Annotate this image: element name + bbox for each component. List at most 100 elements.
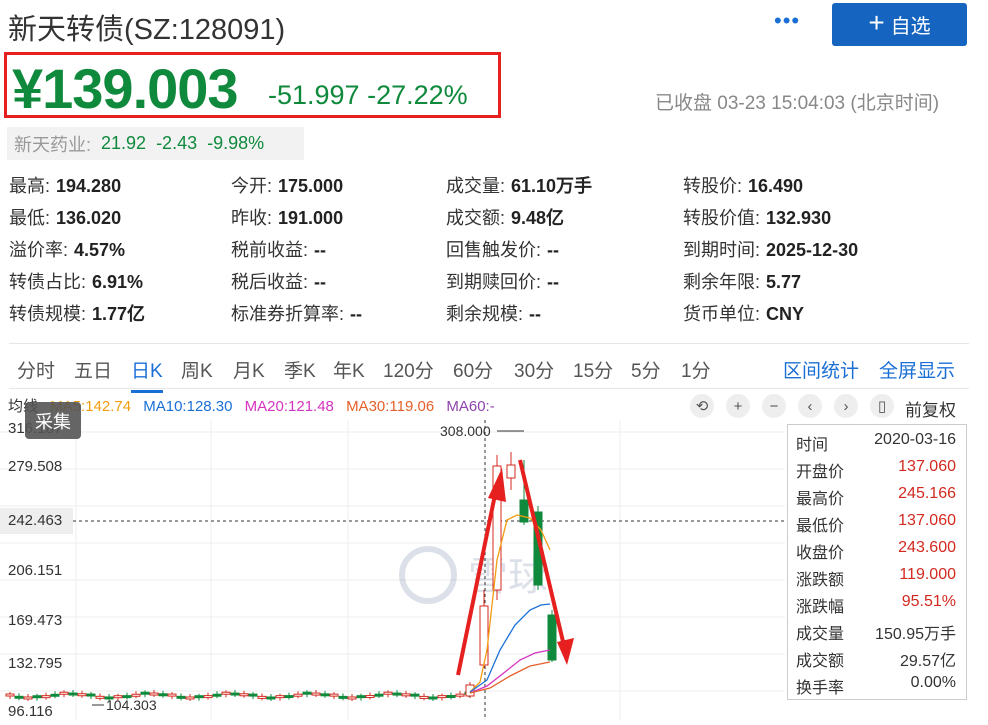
prev-icon[interactable]: ‹ <box>798 394 822 418</box>
tooltip-row: 开盘价 137.060 <box>796 458 956 482</box>
candle <box>293 693 303 697</box>
candle <box>131 693 141 697</box>
candle <box>203 695 213 699</box>
candle <box>248 693 258 697</box>
stat-key: 成交额: <box>446 208 506 228</box>
tab-period[interactable]: 周K <box>181 356 213 383</box>
reset-icon[interactable]: ⟲ <box>690 394 714 418</box>
change-value: -51.997 <box>268 80 360 110</box>
tab-period[interactable]: 季K <box>284 356 316 383</box>
stat-value: 136.020 <box>56 208 122 228</box>
tab-period[interactable]: 1分 <box>681 356 711 383</box>
collect-button[interactable]: 采集 <box>25 402 81 439</box>
tooltip-key: 成交量 <box>796 626 845 643</box>
tab-period[interactable]: 月K <box>233 356 265 383</box>
stat-value: 132.930 <box>766 208 832 228</box>
candle <box>455 693 465 697</box>
candle <box>275 695 285 699</box>
stat-value: 2025-12-30 <box>766 240 859 260</box>
tab-period[interactable]: 60分 <box>453 356 493 383</box>
tooltip-key: 成交额 <box>796 653 845 670</box>
candle-type-icon[interactable]: ▯ <box>870 394 894 418</box>
next-icon[interactable]: › <box>834 394 858 418</box>
tab-period[interactable]: 年K <box>333 356 365 383</box>
tab-period[interactable]: 五日 <box>74 356 112 383</box>
stat-item: 昨收: 191.000 <box>231 204 343 230</box>
ma60-label: MA60:- <box>446 398 495 415</box>
stat-key: 转股价值: <box>683 208 761 228</box>
fullscreen-link[interactable]: 全屏显示 <box>879 356 955 383</box>
zoom-in-icon[interactable]: + <box>726 394 750 418</box>
candle <box>257 695 267 699</box>
more-icon[interactable]: ••• <box>774 8 800 34</box>
tab-period[interactable]: 15分 <box>573 356 613 383</box>
tooltip-value: 0.00% <box>910 674 956 691</box>
y-axis: 316.187279.508242.463206.151169.473132.7… <box>0 420 80 720</box>
stat-key: 最高: <box>9 176 51 196</box>
tooltip-value: 29.57亿 <box>899 653 956 670</box>
stat-key: 今开: <box>231 176 273 196</box>
stat-key: 税前收益: <box>231 240 309 260</box>
stock-change: -2.43 <box>156 133 198 153</box>
stat-key: 昨收: <box>231 208 273 228</box>
candle <box>239 693 249 697</box>
stat-value: -- <box>547 240 560 260</box>
stat-item: 回售触发价: -- <box>446 236 559 262</box>
candle <box>221 691 231 695</box>
candle <box>284 695 294 699</box>
stat-value: 9.48亿 <box>511 208 565 228</box>
candle <box>158 693 168 697</box>
tooltip-key: 换手率 <box>796 680 845 697</box>
adjust-mode[interactable]: 前复权 <box>905 396 956 421</box>
tooltip-key: 涨跌额 <box>796 572 845 589</box>
candle <box>419 695 429 699</box>
candle <box>410 693 420 697</box>
y-tick-label: 169.473 <box>8 612 63 629</box>
stat-item: 剩余规模: -- <box>446 300 541 326</box>
y-tick-label: 96.116 <box>8 703 53 720</box>
stat-value: 5.77 <box>766 272 802 292</box>
tab-period[interactable]: 5分 <box>631 356 661 383</box>
candle <box>365 695 375 699</box>
stat-value: -- <box>350 304 363 324</box>
add-watchlist-button[interactable]: + 自选 <box>832 3 967 46</box>
stock-change-pct: -9.98% <box>207 133 265 153</box>
candle <box>86 693 96 697</box>
stat-key: 剩余年限: <box>683 272 761 292</box>
tooltip-row: 成交量 150.95万手 <box>796 620 956 644</box>
tab-period[interactable]: 30分 <box>514 356 554 383</box>
stat-value: 16.490 <box>748 176 804 196</box>
page-title: 新天转债(SZ:128091) <box>8 14 286 46</box>
stat-key: 税后收益: <box>231 272 309 292</box>
stat-value: 61.10万手 <box>511 176 593 196</box>
candle <box>392 692 402 696</box>
underlying-stock[interactable]: 新天药业: 21.92 -2.43 -9.98% <box>7 127 304 160</box>
tab-period[interactable]: 分时 <box>17 356 55 383</box>
stat-item: 转股价值: 132.930 <box>683 204 831 230</box>
stat-item: 最高: 194.280 <box>9 172 121 198</box>
tab-period[interactable]: 120分 <box>383 356 434 383</box>
zoom-out-icon[interactable]: − <box>762 394 786 418</box>
candle <box>230 692 240 696</box>
range-stats-link[interactable]: 区间统计 <box>783 356 859 383</box>
market-status: 已收盘 03-23 15:04:03 (北京时间) <box>655 93 940 114</box>
tooltip-value: 243.600 <box>898 539 956 556</box>
candle <box>212 693 222 697</box>
stat-key: 转股价: <box>683 176 743 196</box>
stat-value: CNY <box>766 304 805 324</box>
stat-value: -- <box>314 272 327 292</box>
tooltip-value: 119.000 <box>899 566 956 583</box>
stat-key: 货币单位: <box>683 304 761 324</box>
y-tick-label: 279.508 <box>8 458 63 475</box>
stat-key: 到期时间: <box>683 240 761 260</box>
candle <box>338 695 348 699</box>
stat-key: 到期赎回价: <box>446 272 542 292</box>
stock-name: 新天药业: <box>14 134 92 155</box>
candle <box>320 693 330 697</box>
tooltip-key: 最低价 <box>796 518 845 535</box>
tab-period[interactable]: 日K <box>131 356 163 393</box>
candle <box>176 695 186 699</box>
stat-value: 1.77亿 <box>92 304 146 324</box>
stat-key: 溢价率: <box>9 240 69 260</box>
stat-key: 成交量: <box>446 176 506 196</box>
